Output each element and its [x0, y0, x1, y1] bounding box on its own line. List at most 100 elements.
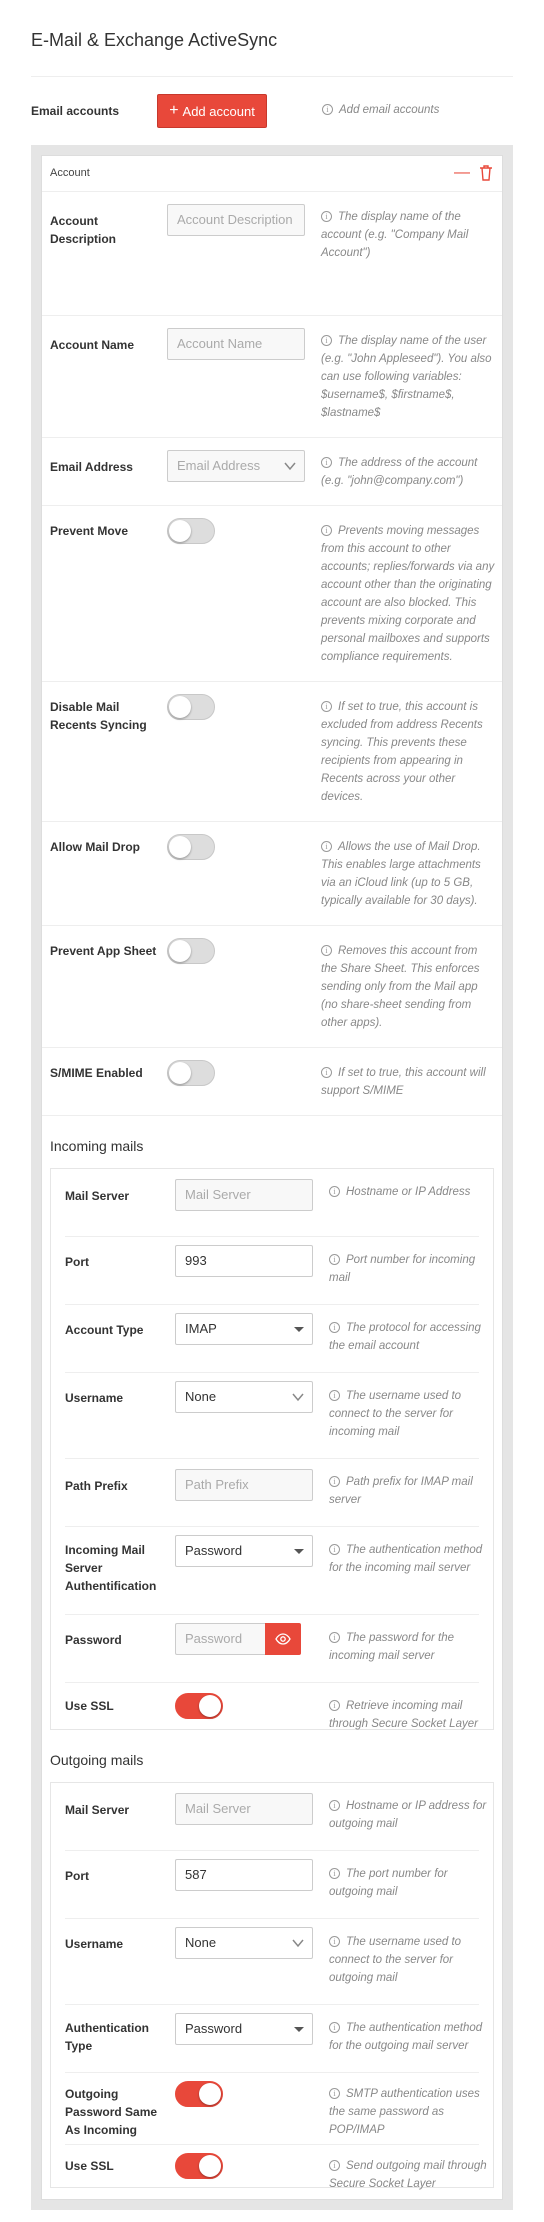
divider [31, 76, 513, 77]
trash-icon[interactable] [478, 164, 494, 182]
outgoing-ssl-label: Use SSL [65, 2159, 114, 2173]
outgoing-username-select[interactable]: None [175, 1927, 313, 1959]
info-icon: i [329, 2088, 340, 2099]
incoming-ssl-label: Use SSL [65, 1699, 114, 1713]
path-prefix-input[interactable]: Path Prefix [175, 1469, 313, 1501]
email-address-label: Email Address [50, 460, 133, 474]
incoming-password-group: Password [175, 1623, 301, 1655]
incoming-password-label: Password [65, 1633, 122, 1647]
add-account-label: Add account [182, 103, 255, 119]
mail-drop-label: Allow Mail Drop [50, 840, 140, 854]
info-icon: i [321, 211, 332, 222]
incoming-password-row: Password Password i The password for the … [65, 1615, 479, 1683]
incoming-auth-hint: i The authentication method for the incom… [329, 1544, 483, 1574]
prevent-move-label: Prevent Move [50, 524, 129, 538]
email-accounts-row: Email accounts + Add account i Add email … [31, 94, 513, 132]
info-icon: i [329, 1476, 340, 1487]
smime-row: S/MIME Enabled i If set to true, this acc… [42, 1048, 502, 1116]
mail-drop-toggle[interactable] [167, 834, 215, 860]
minus-icon[interactable]: — [454, 164, 470, 182]
outgoing-auth-select[interactable]: Password [175, 2013, 313, 2045]
incoming-ssl-hint: i Retrieve incoming mail through Secure S… [329, 1700, 478, 1730]
info-icon: i [329, 1544, 340, 1555]
chevron-down-icon [292, 1939, 304, 1948]
chevron-down-icon [292, 1393, 304, 1402]
info-icon: i [321, 335, 332, 346]
app-sheet-row: Prevent App Sheet i Removes this account … [42, 926, 502, 1048]
info-icon: i [321, 525, 332, 536]
incoming-auth-select[interactable]: Password [175, 1535, 313, 1567]
eye-icon[interactable] [265, 1623, 301, 1655]
account-description-input[interactable]: Account Description [167, 204, 305, 236]
outgoing-title: Outgoing mails [50, 1752, 144, 1768]
caret-down-icon [294, 1327, 304, 1332]
smime-hint: i If set to true, this account will suppo… [321, 1067, 486, 1097]
mail-drop-row: Allow Mail Drop i Allows the use of Mail … [42, 822, 502, 926]
disable-recents-hint: i If set to true, this account is exclude… [321, 701, 483, 803]
email-address-hint: i The address of the account (e.g. "john@… [321, 457, 478, 487]
prevent-move-row: Prevent Move i Prevents moving messages f… [42, 506, 502, 682]
incoming-server-input[interactable]: Mail Server [175, 1179, 313, 1211]
outgoing-port-row: Port 587 i The port number for outgoing m… [65, 1851, 479, 1919]
incoming-username-row: Username None i The username used to conn… [65, 1373, 479, 1459]
prevent-move-toggle[interactable] [167, 518, 215, 544]
account-name-label: Account Name [50, 338, 135, 352]
info-icon: i [329, 1868, 340, 1879]
outgoing-section: Mail Server Mail Server i Hostname or IP … [50, 1782, 494, 2190]
outgoing-server-input[interactable]: Mail Server [175, 1793, 313, 1825]
incoming-ssl-row: Use SSL i Retrieve incoming mail through … [65, 1683, 479, 1731]
incoming-server-hint: i Hostname or IP Address [329, 1183, 494, 1201]
info-icon: i [322, 104, 333, 115]
disable-recents-row: Disable Mail Recents Syncing i If set to … [42, 682, 502, 822]
app-sheet-hint: i Removes this account from the Share She… [321, 945, 480, 1029]
add-account-button[interactable]: + Add account [157, 94, 267, 128]
info-icon: i [321, 701, 332, 712]
smime-toggle[interactable] [167, 1060, 215, 1086]
disable-recents-toggle[interactable] [167, 694, 215, 720]
account-panel-title: Account [50, 167, 90, 179]
app-sheet-toggle[interactable] [167, 938, 215, 964]
outgoing-auth-hint: i The authentication method for the outgo… [329, 2022, 483, 2052]
info-icon: i [329, 1700, 340, 1711]
incoming-username-select[interactable]: None [175, 1381, 313, 1413]
outgoing-port-input[interactable]: 587 [175, 1859, 313, 1891]
outgoing-username-row: Username None i The username used to conn… [65, 1919, 479, 2005]
same-password-toggle[interactable] [175, 2081, 223, 2107]
incoming-username-hint: i The username used to connect to the ser… [329, 1390, 462, 1438]
same-password-hint: i SMTP authentication uses the same passw… [329, 2088, 480, 2136]
account-description-hint: i The display name of the account (e.g. "… [321, 211, 469, 259]
incoming-section: Mail Server Mail Server i Hostname or IP … [50, 1168, 494, 1730]
incoming-port-label: Port [65, 1255, 89, 1269]
incoming-username-label: Username [65, 1391, 124, 1405]
incoming-title: Incoming mails [50, 1138, 144, 1154]
email-address-row: Email Address Email Address i The address… [42, 438, 502, 506]
caret-down-icon [294, 2027, 304, 2032]
outgoing-username-hint: i The username used to connect to the ser… [329, 1936, 462, 1984]
email-accounts-hint: i Add email accounts [322, 104, 439, 116]
outgoing-server-row: Mail Server Mail Server i Hostname or IP … [65, 1783, 486, 1851]
outgoing-ssl-row: Use SSL i Send outgoing mail through Secu… [65, 2145, 487, 2190]
incoming-port-input[interactable]: 993 [175, 1245, 313, 1277]
incoming-auth-label: Incoming Mail Server Authentification [65, 1543, 157, 1593]
email-address-select[interactable]: Email Address [167, 450, 305, 482]
incoming-server-row: Mail Server Mail Server i Hostname or IP … [65, 1169, 479, 1237]
smime-label: S/MIME Enabled [50, 1066, 143, 1080]
incoming-port-row: Port 993 i Port number for incoming mail [65, 1237, 479, 1305]
incoming-password-input[interactable]: Password [175, 1623, 265, 1655]
account-name-input[interactable]: Account Name [167, 328, 305, 360]
outgoing-ssl-toggle[interactable] [175, 2153, 223, 2179]
account-type-select[interactable]: IMAP [175, 1313, 313, 1345]
prevent-move-hint: i Prevents moving messages from this acco… [321, 525, 495, 663]
email-accounts-label: Email accounts [31, 104, 120, 118]
account-name-hint: i The display name of the user (e.g. "Joh… [321, 335, 492, 419]
info-icon: i [321, 457, 332, 468]
info-icon: i [329, 1186, 340, 1197]
outgoing-port-label: Port [65, 1869, 89, 1883]
outgoing-auth-row: Authentication Type Password i The authen… [65, 2005, 482, 2073]
info-icon: i [329, 1936, 340, 1947]
incoming-ssl-toggle[interactable] [175, 1693, 223, 1719]
account-name-row: Account Name Account Name i The display n… [42, 316, 502, 438]
outgoing-port-hint: i The port number for outgoing mail [329, 1868, 448, 1898]
account-type-hint: i The protocol for accessing the email ac… [329, 1322, 481, 1352]
info-icon: i [329, 2022, 340, 2033]
